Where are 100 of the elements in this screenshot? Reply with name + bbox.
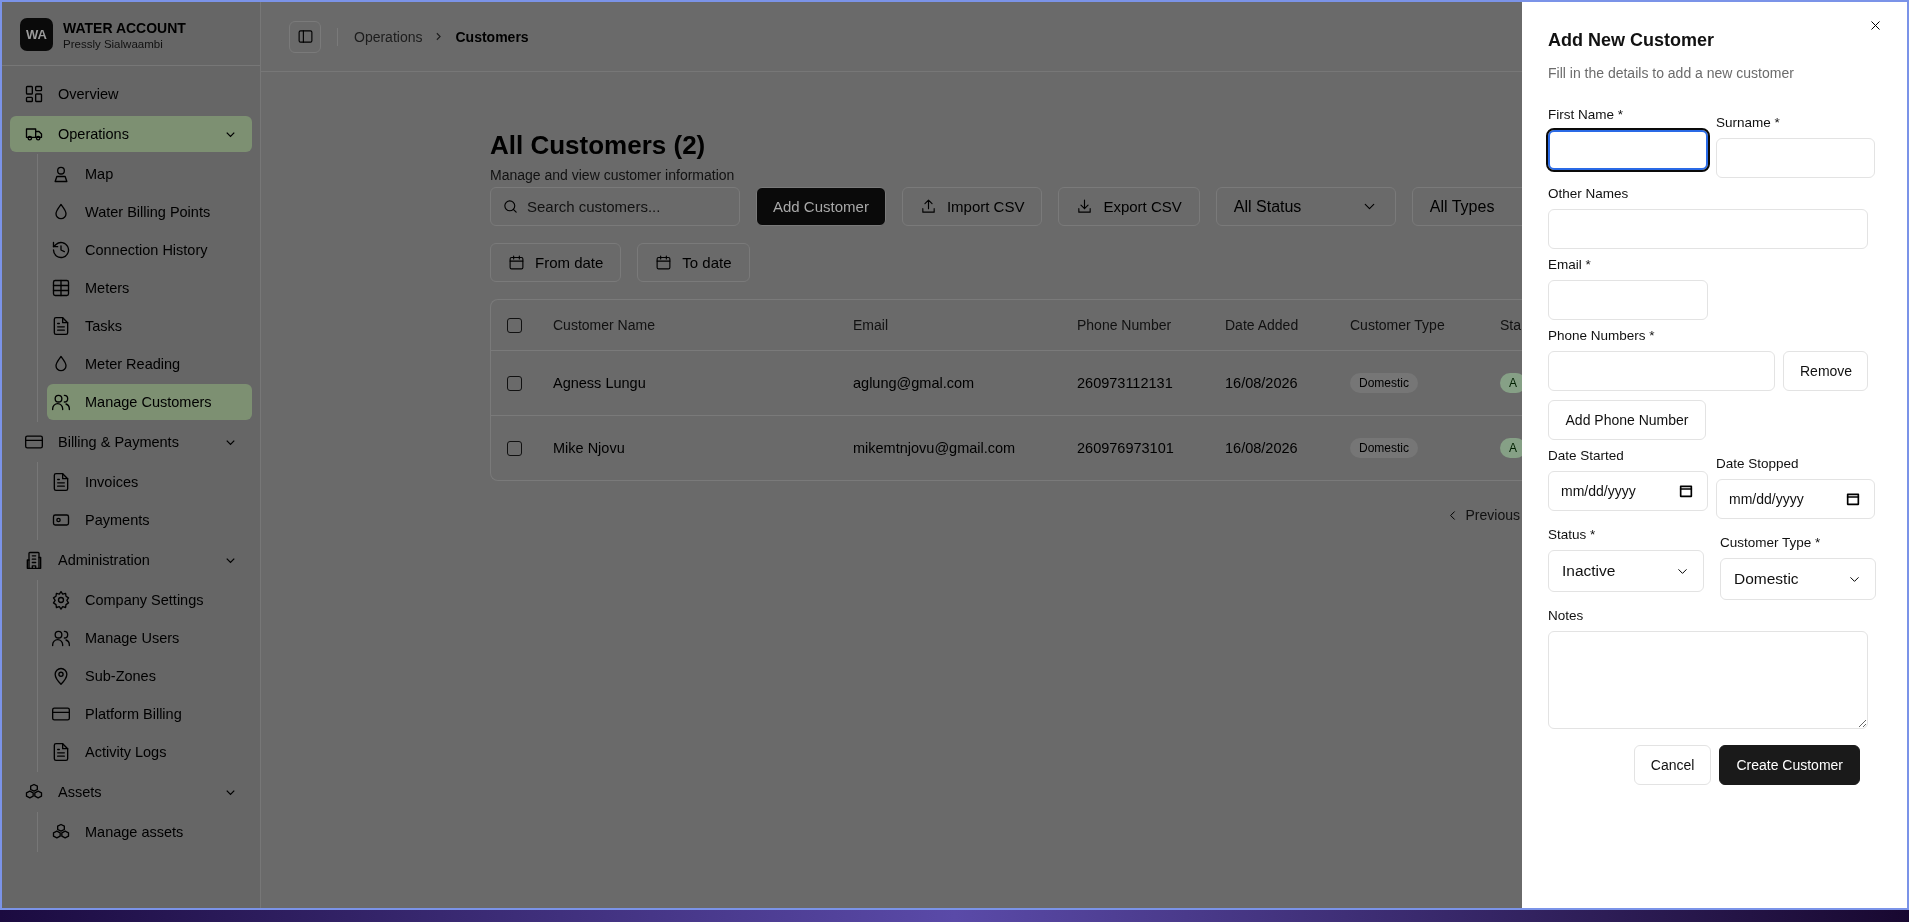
document-icon (51, 472, 71, 492)
sidebar-item[interactable]: Manage assets (47, 814, 252, 850)
upload-icon (919, 198, 937, 215)
status-badge: A (1500, 438, 1522, 458)
table-cell: 16/08/2026 (1225, 440, 1298, 456)
breadcrumb-link[interactable]: Customers (455, 28, 529, 45)
column-header: Email (853, 317, 888, 333)
sidebar-item[interactable]: Invoices (47, 464, 252, 500)
settings-icon (51, 590, 71, 610)
field-label: Email * (1548, 257, 1592, 272)
sidebar-toggle-icon (296, 28, 314, 45)
document-icon (51, 742, 71, 762)
create-customer-button[interactable]: Create Customer (1719, 745, 1860, 785)
table-icon (51, 278, 71, 298)
date-stopped-field[interactable]: mm/dd/yyyy (1716, 479, 1875, 519)
date-started-field[interactable]: mm/dd/yyyy (1548, 471, 1708, 511)
download-icon (1076, 198, 1094, 215)
field-label: Other Names (1548, 186, 1630, 201)
sidebar-item[interactable]: Tasks (47, 308, 252, 344)
building-icon (24, 550, 44, 570)
sidebar-item[interactable]: Meter Reading (47, 346, 252, 382)
phone-number-field[interactable] (1548, 351, 1775, 391)
sidebar-item[interactable]: Platform Billing (47, 696, 252, 732)
sidebar-item[interactable]: Water Billing Points (47, 194, 252, 230)
page-title: All Customers (2) (490, 130, 707, 161)
drawer-title: Add New Customer (1548, 30, 1716, 51)
column-header: Customer Name (553, 317, 655, 333)
sidebar-item[interactable]: Sub-Zones (47, 658, 252, 694)
add-customer-button[interactable]: Add Customer (756, 187, 886, 226)
field-label: Customer Type * (1720, 535, 1822, 550)
users-icon (51, 628, 71, 648)
table-cell: 260973112131 (1077, 375, 1173, 391)
customer-type-dropdown[interactable]: Domestic (1720, 558, 1876, 600)
users-icon (51, 392, 71, 412)
email-field[interactable] (1548, 280, 1708, 320)
cancel-button[interactable]: Cancel (1633, 745, 1712, 785)
sidebar-item[interactable]: Manage Users (47, 620, 252, 656)
search-field[interactable]: Search customers... (490, 187, 740, 226)
sidebar-item[interactable]: Meters (47, 270, 252, 306)
table-cell: 260976973101 (1077, 440, 1174, 456)
logo-icon: WA (20, 18, 53, 51)
field-label: Notes (1548, 608, 1585, 623)
row-checkbox[interactable] (507, 440, 522, 456)
sidebar-item[interactable]: Payments (47, 502, 252, 538)
table-cell: mikemtnjovu@gmail.com (853, 440, 1016, 456)
calendar-icon (655, 254, 673, 271)
previous-page-button[interactable]: Previous (1444, 507, 1520, 523)
first-name-field[interactable] (1548, 130, 1708, 170)
sidebar-item[interactable]: Overview (10, 76, 252, 112)
notes-field[interactable] (1548, 631, 1868, 729)
sidebar-item[interactable]: Activity Logs (47, 734, 252, 770)
other-names-field[interactable] (1548, 209, 1868, 249)
customer-type-badge: Domestic (1350, 438, 1418, 458)
column-header: Sta (1500, 317, 1521, 333)
grid-icon (24, 84, 44, 104)
field-label: Surname * (1716, 115, 1781, 130)
table-cell: 16/08/2026 (1225, 375, 1298, 391)
sidebar-item[interactable]: Manage Customers (47, 384, 252, 420)
calendar-icon (1678, 483, 1694, 499)
table-cell: aglung@gmal.com (853, 375, 975, 391)
user-name: Pressly Sialwaambi (63, 37, 164, 50)
field-label: Date Stopped (1716, 456, 1800, 471)
select-all-checkbox[interactable] (507, 317, 522, 333)
history-icon (51, 240, 71, 260)
status-badge: A (1500, 373, 1522, 393)
export-csv-button[interactable]: Export CSV (1058, 187, 1200, 226)
sidebar-item[interactable]: Map (47, 156, 252, 192)
table-cell: Mike Njovu (553, 440, 625, 456)
field-label: Status * (1548, 527, 1597, 542)
table-cell: Agness Lungu (553, 375, 646, 391)
column-header: Date Added (1225, 317, 1299, 333)
status-filter-dropdown[interactable]: All Status (1215, 187, 1396, 226)
column-header: Phone Number (1077, 317, 1172, 333)
sidebar-item[interactable]: Billing & Payments (10, 424, 252, 460)
search-icon (502, 198, 519, 215)
row-checkbox[interactable] (507, 375, 522, 391)
document-icon (51, 316, 71, 336)
drawer-subtitle: Fill in the details to add a new customer (1548, 65, 1795, 81)
breadcrumb-link[interactable]: Operations (354, 28, 423, 45)
to-date-button[interactable]: To date (637, 243, 750, 282)
import-csv-button[interactable]: Import CSV (901, 187, 1043, 226)
close-button[interactable] (1868, 18, 1883, 33)
sidebar-toggle-button[interactable] (289, 20, 321, 53)
page-subtitle: Manage and view customer information (490, 167, 736, 183)
sidebar-item[interactable]: Connection History (47, 232, 252, 268)
add-phone-number-button[interactable]: Add Phone Number (1548, 400, 1706, 440)
status-dropdown[interactable]: Inactive (1548, 550, 1704, 592)
field-label: Phone Numbers * (1548, 328, 1656, 343)
sidebar-item[interactable]: Administration (10, 542, 252, 578)
calendar-icon (1845, 491, 1861, 507)
calendar-icon (508, 254, 525, 271)
field-label: First Name * (1548, 107, 1624, 122)
sidebar-item[interactable]: Company Settings (47, 582, 252, 618)
sidebar-item[interactable]: Operations (10, 116, 252, 152)
from-date-button[interactable]: From date (490, 243, 622, 282)
type-filter-dropdown[interactable]: All Types (1411, 187, 1522, 226)
remove-button[interactable]: Remove (1783, 351, 1868, 391)
sidebar-item[interactable]: Assets (10, 774, 252, 810)
surname-field[interactable] (1716, 138, 1875, 178)
customer-type-badge: Domestic (1350, 373, 1418, 393)
